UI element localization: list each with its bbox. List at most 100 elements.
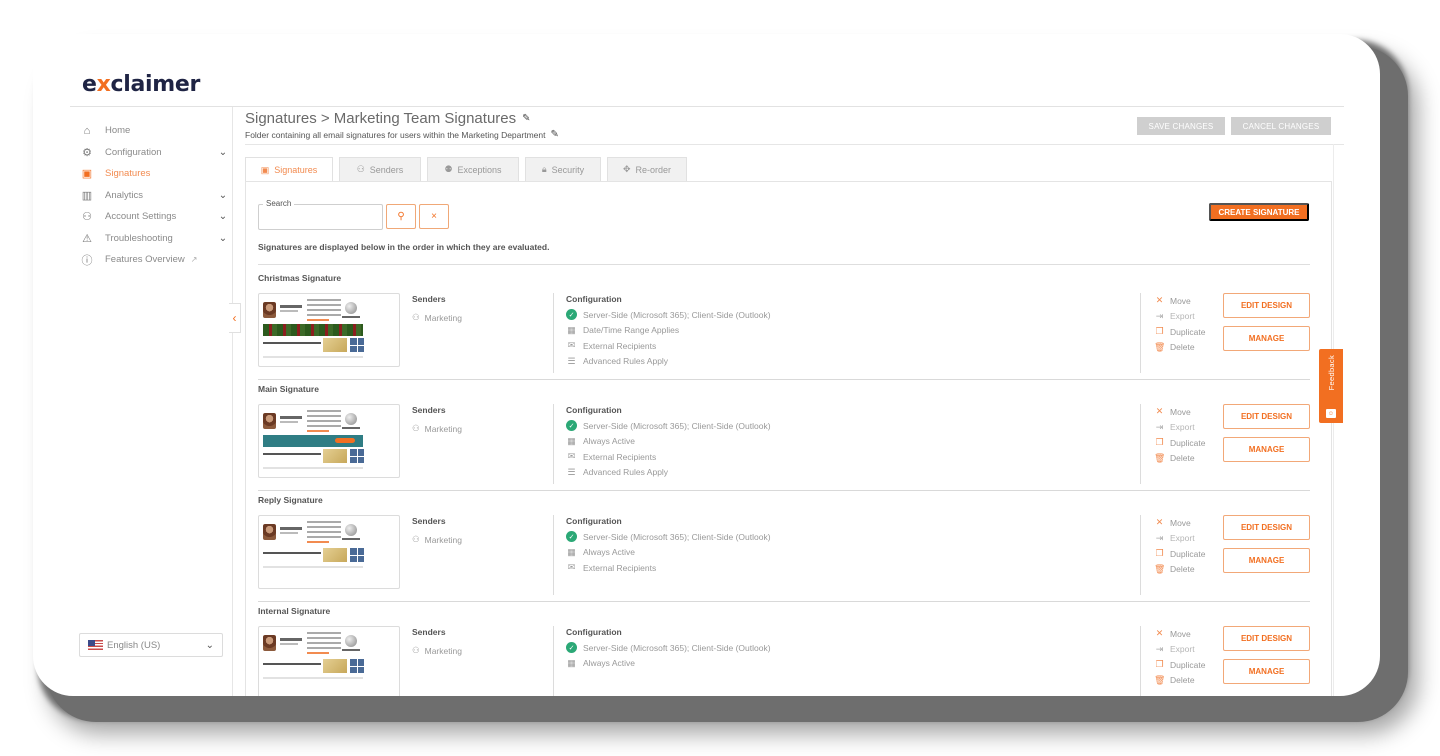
- delete-action[interactable]: 🗑︎ Delete: [1154, 451, 1205, 467]
- search-button[interactable]: ⚲: [386, 204, 416, 229]
- duplicate-action[interactable]: ❐ Duplicate: [1154, 435, 1205, 451]
- column-divider: [1140, 404, 1141, 484]
- tab-label: Senders: [369, 164, 404, 175]
- edit-design-button[interactable]: EDIT DESIGN: [1223, 404, 1310, 429]
- sidebar-item-label: Troubleshooting: [105, 232, 173, 244]
- duplicate-action[interactable]: ❐ Duplicate: [1154, 657, 1205, 673]
- move-icon: ✕: [1155, 295, 1164, 306]
- preview-logo-text: [342, 427, 360, 429]
- edit-title-pencil-icon[interactable]: ✎: [522, 113, 530, 124]
- duplicate-icon: ❐: [1155, 659, 1164, 670]
- edit-design-button[interactable]: EDIT DESIGN: [1223, 293, 1310, 318]
- config-text: Advanced Rules Apply: [583, 467, 669, 478]
- sidebar-item-analytics[interactable]: ▥ Analytics ⌄: [79, 185, 229, 207]
- clear-search-button[interactable]: ×: [419, 204, 449, 229]
- move-action[interactable]: ✕ Move: [1154, 515, 1205, 531]
- sidebar-item-label: Analytics: [105, 189, 144, 201]
- export-icon: ⇥: [1155, 310, 1164, 321]
- preview-tagline: [263, 342, 321, 344]
- search-input[interactable]: [259, 205, 382, 229]
- calendar-icon: ▦: [567, 546, 576, 557]
- duplicate-action[interactable]: ❐ Duplicate: [1154, 324, 1205, 340]
- export-action[interactable]: ⇥ Export: [1154, 309, 1205, 325]
- move-action[interactable]: ✕ Move: [1154, 293, 1205, 309]
- manage-button[interactable]: MANAGE: [1223, 326, 1310, 351]
- config-text: External Recipients: [583, 340, 657, 351]
- tab-security[interactable]: 🔒︎ Security: [525, 157, 601, 181]
- column-divider: [1140, 293, 1141, 373]
- action-label: Delete: [1170, 453, 1195, 464]
- export-action[interactable]: ⇥ Export: [1154, 531, 1205, 547]
- signature-row: Christmas Signature Senders ⚇ Marketing …: [258, 269, 1310, 380]
- edit-design-button[interactable]: EDIT DESIGN: [1223, 515, 1310, 540]
- export-action[interactable]: ⇥ Export: [1154, 420, 1205, 436]
- rules-list-icon: ☰: [567, 355, 576, 366]
- row-actions: ✕ Move ⇥ Export ❐ Duplicate 🗑︎ Delete: [1154, 404, 1205, 466]
- chevron-down-icon[interactable]: ⌄: [217, 233, 229, 244]
- search-field[interactable]: Search: [258, 199, 383, 230]
- sidebar-item-configuration[interactable]: ⚙ Configuration ⌄: [79, 142, 229, 164]
- config-item: ✓ Server-Side (Microsoft 365); Client-Si…: [566, 529, 771, 545]
- preview-tagline: [263, 552, 321, 554]
- manage-button[interactable]: MANAGE: [1223, 548, 1310, 573]
- avatar: [263, 635, 276, 651]
- sidebar-item-home[interactable]: ⌂ Home: [79, 120, 229, 142]
- edit-description-pencil-icon[interactable]: ✎: [550, 129, 558, 140]
- create-signature-button[interactable]: CREATE SIGNATURE: [1209, 203, 1309, 221]
- export-action[interactable]: ⇥ Export: [1154, 642, 1205, 658]
- action-label: Delete: [1170, 564, 1195, 575]
- chevron-down-icon[interactable]: ⌄: [217, 147, 229, 158]
- sender-group: ⚇ Marketing: [412, 534, 462, 545]
- move-icon: ✕: [1155, 628, 1164, 639]
- sidebar-item-account-settings[interactable]: ⚇ Account Settings ⌄: [79, 206, 229, 228]
- cancel-changes-button[interactable]: CANCEL CHANGES: [1231, 117, 1331, 135]
- social-icons: [350, 659, 364, 673]
- delete-action[interactable]: 🗑︎ Delete: [1154, 673, 1205, 689]
- collapse-sidebar-button[interactable]: ‹: [229, 303, 241, 333]
- config-item: ▦ Always Active: [566, 656, 771, 672]
- move-action[interactable]: ✕ Move: [1154, 404, 1205, 420]
- action-label: Duplicate: [1170, 326, 1206, 337]
- tab-senders[interactable]: ⚇ Senders: [339, 157, 421, 181]
- signature-preview-thumbnail[interactable]: [258, 404, 400, 478]
- tab-signatures[interactable]: ▣ Signatures: [245, 157, 333, 182]
- avatar: [263, 524, 276, 540]
- chevron-down-icon[interactable]: ⌄: [217, 211, 229, 222]
- signature-preview-thumbnail[interactable]: [258, 515, 400, 589]
- sender-name: Marketing: [424, 312, 462, 323]
- preview-title-line: [280, 310, 298, 312]
- sender-group: ⚇ Marketing: [412, 645, 462, 656]
- config-text: External Recipients: [583, 562, 657, 573]
- feedback-button[interactable]: Feedback ☺: [1319, 349, 1343, 423]
- sidebar-item-label: Features Overview: [105, 254, 185, 266]
- action-label: Move: [1170, 406, 1191, 417]
- preview-contact-lines: [307, 632, 341, 652]
- avatar: [263, 302, 276, 318]
- language-select[interactable]: English (US) ⌄: [79, 633, 223, 657]
- chevron-down-icon[interactable]: ⌄: [217, 190, 229, 201]
- duplicate-action[interactable]: ❐ Duplicate: [1154, 546, 1205, 562]
- sidebar-item-signatures[interactable]: ▣ Signatures: [79, 163, 229, 185]
- exclaimer-logo[interactable]: exclaimer: [82, 72, 200, 97]
- delete-action[interactable]: 🗑︎ Delete: [1154, 562, 1205, 578]
- preview-contact-lines: [307, 410, 341, 430]
- manage-button[interactable]: MANAGE: [1223, 659, 1310, 684]
- signature-preview-thumbnail[interactable]: [258, 626, 400, 696]
- sidebar-item-features-overview[interactable]: ⓘ Features Overview ↗: [79, 249, 229, 271]
- manage-button[interactable]: MANAGE: [1223, 437, 1310, 462]
- signature-preview-thumbnail[interactable]: [258, 293, 400, 367]
- configuration-heading: Configuration: [566, 516, 622, 526]
- sidebar-item-troubleshooting[interactable]: ⚠ Troubleshooting ⌄: [79, 228, 229, 250]
- tab-exceptions[interactable]: ⚉ Exceptions: [427, 157, 519, 181]
- tab-re-order[interactable]: ✥ Re-order: [607, 157, 687, 181]
- sender-name: Marketing: [424, 645, 462, 656]
- column-divider: [553, 626, 554, 696]
- account-settings-icon: ⚇: [82, 211, 92, 224]
- delete-action[interactable]: 🗑︎ Delete: [1154, 340, 1205, 356]
- move-action[interactable]: ✕ Move: [1154, 626, 1205, 642]
- trash-icon: 🗑︎: [1154, 563, 1166, 574]
- action-label: Export: [1170, 533, 1195, 544]
- edit-design-button[interactable]: EDIT DESIGN: [1223, 626, 1310, 651]
- senders-heading: Senders: [412, 294, 446, 304]
- save-changes-button[interactable]: SAVE CHANGES: [1137, 117, 1225, 135]
